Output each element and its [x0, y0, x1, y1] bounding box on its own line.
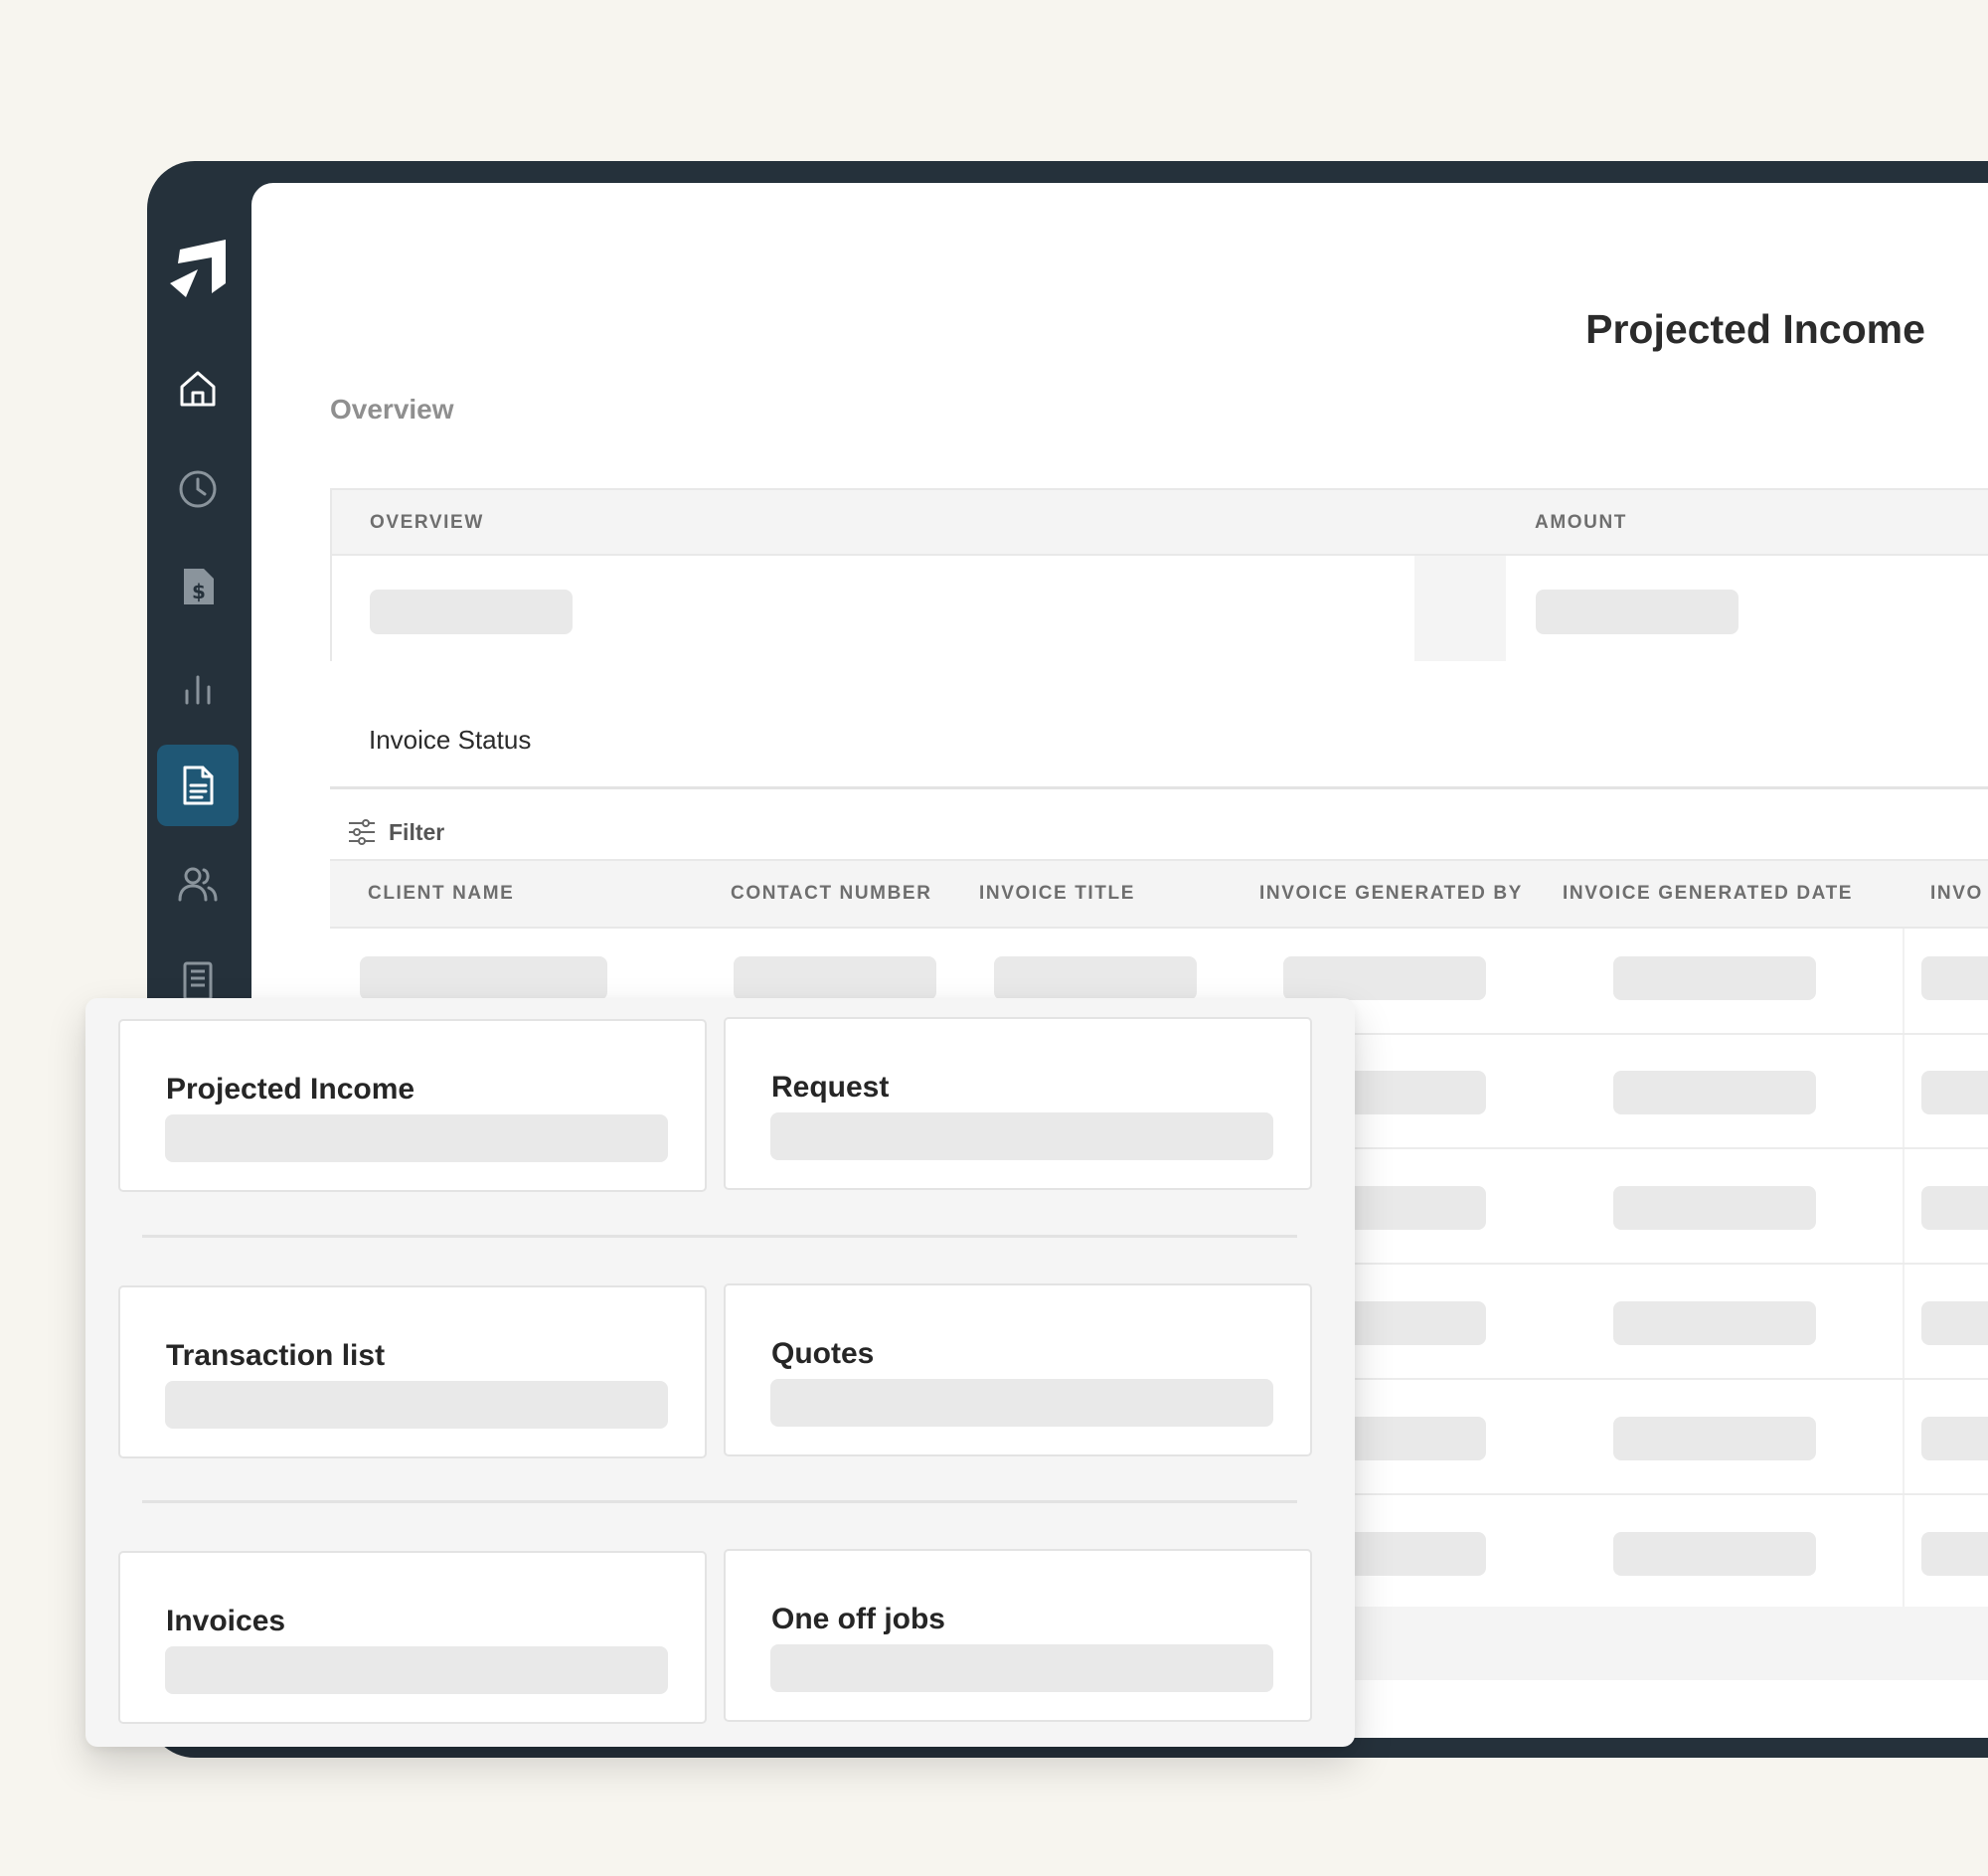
document-icon	[183, 766, 214, 805]
cell-placeholder	[1283, 956, 1486, 1000]
reports-panel: Projected Income Request Transaction lis…	[85, 998, 1355, 1747]
column-divider	[1414, 556, 1506, 661]
filter-label: Filter	[389, 818, 445, 845]
overview-row	[330, 556, 1988, 661]
sidebar-item-reports[interactable]	[157, 646, 239, 728]
sidebar-item-billing[interactable]: $	[157, 546, 239, 627]
report-card-placeholder	[770, 1112, 1273, 1160]
column-header-invoice-generated-date[interactable]: INVOICE GENERATED DATE	[1563, 883, 1853, 905]
bar-chart-icon	[185, 675, 211, 705]
report-card-quotes[interactable]: Quotes	[724, 1283, 1312, 1456]
cell-placeholder	[1613, 1071, 1816, 1114]
invoice-dollar-icon: $	[184, 569, 214, 604]
report-card-placeholder	[165, 1646, 668, 1694]
cell-placeholder	[360, 956, 607, 1000]
filter-sliders-icon	[349, 819, 375, 845]
cell-placeholder	[1613, 1532, 1816, 1576]
report-card-title: Quotes	[771, 1337, 875, 1370]
column-header-client-name[interactable]: CLIENT NAME	[368, 883, 514, 905]
sidebar-item-home[interactable]	[157, 348, 239, 429]
column-divider	[1903, 929, 1905, 1607]
report-card-projected-income[interactable]: Projected Income	[118, 1019, 707, 1192]
report-card-title: Request	[771, 1071, 890, 1104]
report-card-placeholder	[165, 1114, 668, 1162]
cell-placeholder	[1921, 1532, 1988, 1576]
filter-button[interactable]: Filter	[347, 817, 444, 847]
amount-value-placeholder	[1536, 590, 1739, 634]
cell-placeholder	[1613, 956, 1816, 1000]
report-card-request[interactable]: Request	[724, 1017, 1312, 1190]
users-icon	[178, 867, 218, 902]
sidebar-item-documents[interactable]	[157, 745, 239, 826]
column-header-overview: OVERVIEW	[370, 512, 484, 533]
panel-divider	[142, 1500, 1297, 1503]
panel-divider	[142, 1235, 1297, 1238]
invoice-status-label: Invoice Status	[369, 725, 532, 755]
overview-table-header: OVERVIEW AMOUNT	[330, 488, 1988, 556]
column-header-invoice-truncated[interactable]: INVO	[1930, 883, 1983, 905]
cell-placeholder	[1613, 1186, 1816, 1230]
report-card-invoices[interactable]: Invoices	[118, 1551, 707, 1724]
report-card-one-off-jobs[interactable]: One off jobs	[724, 1549, 1312, 1722]
invoice-table-header: CLIENT NAME CONTACT NUMBER INVOICE TITLE…	[330, 859, 1988, 929]
column-header-amount: AMOUNT	[1535, 512, 1627, 533]
sidebar-item-clients[interactable]	[157, 843, 239, 925]
cell-placeholder	[1921, 956, 1988, 1000]
cell-placeholder	[1613, 1301, 1816, 1345]
receipt-icon	[183, 961, 213, 1001]
column-header-invoice-title[interactable]: INVOICE TITLE	[979, 883, 1135, 905]
sidebar-item-history[interactable]	[157, 448, 239, 530]
cell-placeholder	[1921, 1301, 1988, 1345]
stage: $ Projected Income Overview OVERVIEW AMO…	[0, 0, 1988, 1876]
report-card-transaction-list[interactable]: Transaction list	[118, 1285, 707, 1458]
cell-placeholder	[1613, 1417, 1816, 1460]
column-header-contact-number[interactable]: CONTACT NUMBER	[731, 883, 932, 905]
column-header-invoice-generated-by[interactable]: INVOICE GENERATED BY	[1259, 883, 1523, 905]
page-title: Projected Income	[1585, 306, 1925, 352]
cell-placeholder	[994, 956, 1197, 1000]
cell-placeholder	[734, 956, 936, 1000]
overview-value-placeholder	[370, 590, 573, 634]
section-divider	[330, 786, 1988, 789]
report-card-placeholder	[770, 1379, 1273, 1427]
report-card-placeholder	[165, 1381, 668, 1429]
clock-icon	[179, 470, 217, 508]
section-label-overview: Overview	[330, 394, 454, 425]
report-card-title: Projected Income	[166, 1073, 415, 1106]
cell-placeholder	[1921, 1417, 1988, 1460]
report-card-title: One off jobs	[771, 1603, 945, 1635]
cell-placeholder	[1921, 1071, 1988, 1114]
report-card-title: Transaction list	[166, 1339, 386, 1372]
svg-text:$: $	[192, 580, 206, 603]
cell-placeholder	[1921, 1186, 1988, 1230]
home-icon	[180, 371, 216, 407]
report-card-title: Invoices	[166, 1605, 286, 1637]
report-card-placeholder	[770, 1644, 1273, 1692]
logo-icon[interactable]	[166, 236, 230, 299]
